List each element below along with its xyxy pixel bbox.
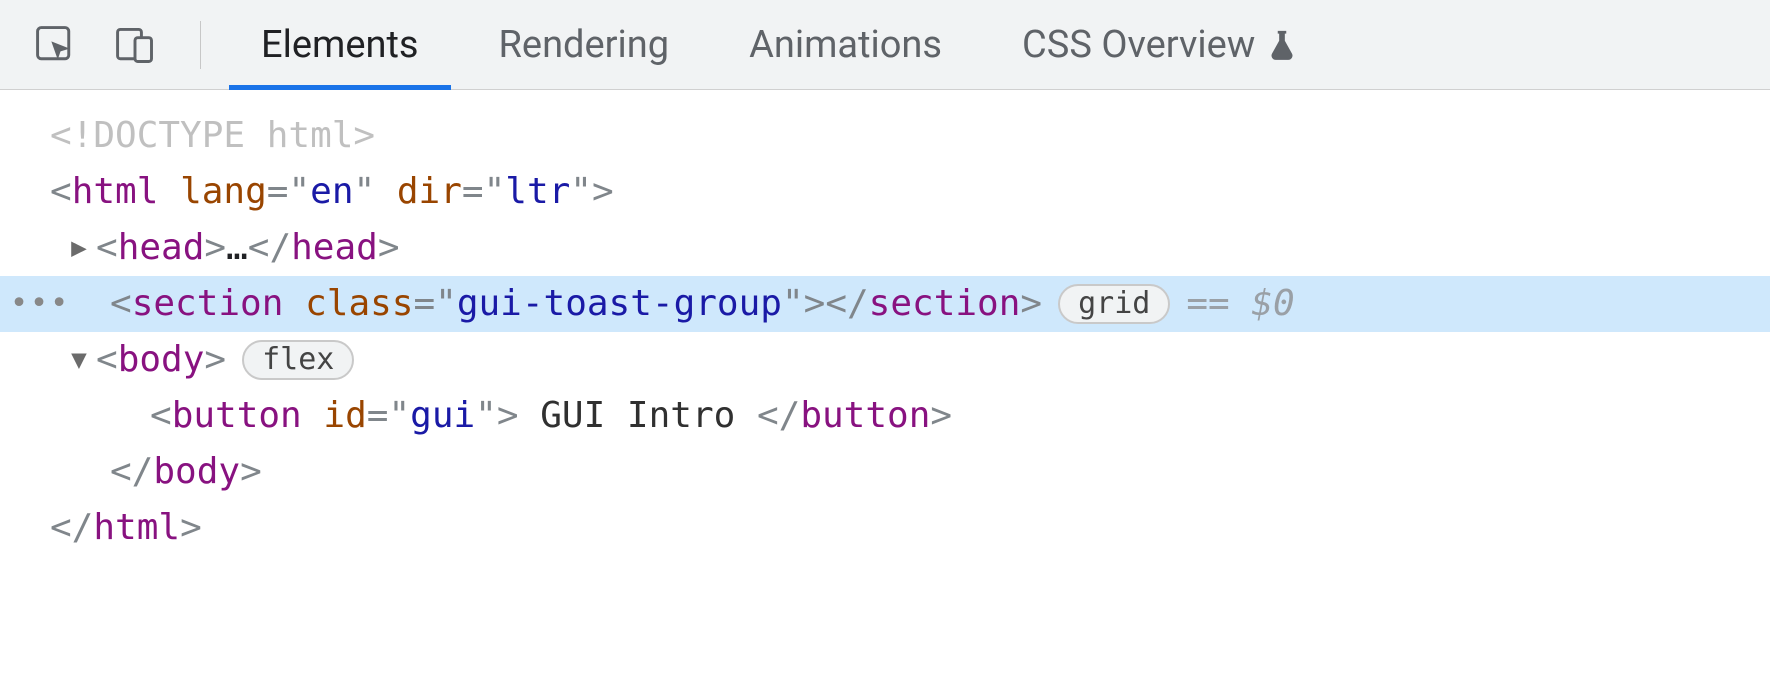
dom-node-html-open[interactable]: <html lang="en" dir="ltr"> <box>0 164 1770 220</box>
dom-node-section-selected[interactable]: ••• <section class="gui-toast-group"></s… <box>0 276 1770 332</box>
layout-badge-grid[interactable]: grid <box>1058 284 1170 324</box>
tab-rendering[interactable]: Rendering <box>459 0 710 89</box>
dom-node-html-close[interactable]: </html> <box>0 500 1770 556</box>
dom-tree[interactable]: <!DOCTYPE html> <html lang="en" dir="ltr… <box>0 90 1770 556</box>
more-actions-icon[interactable]: ••• <box>10 276 70 332</box>
dom-node-head[interactable]: ▶<head>…</head> <box>0 220 1770 276</box>
toolbar-separator <box>200 21 201 69</box>
tab-label: Animations <box>749 23 942 67</box>
tab-label: Rendering <box>499 23 670 67</box>
dom-node-doctype[interactable]: <!DOCTYPE html> <box>0 108 1770 164</box>
tab-strip: Elements Rendering Animations CSS Overvi… <box>221 0 1339 89</box>
doctype-text: <!DOCTYPE html> <box>50 108 375 164</box>
inspect-icon[interactable] <box>30 20 80 70</box>
tab-animations[interactable]: Animations <box>709 0 982 89</box>
layout-badge-flex[interactable]: flex <box>242 340 354 380</box>
dom-node-body[interactable]: ▼<body> flex <box>0 332 1770 388</box>
collapse-arrow-icon[interactable]: ▼ <box>66 332 92 388</box>
beaker-icon <box>1265 28 1299 62</box>
tab-css-overview[interactable]: CSS Overview <box>982 0 1339 89</box>
dom-node-button[interactable]: <button id="gui"> GUI Intro </button> <box>0 388 1770 444</box>
selected-node-reference: == $0 <box>1186 276 1294 332</box>
expand-arrow-icon[interactable]: ▶ <box>66 220 92 276</box>
dom-node-body-close[interactable]: </body> <box>0 444 1770 500</box>
device-toggle-icon[interactable] <box>110 20 160 70</box>
tab-elements[interactable]: Elements <box>221 0 459 89</box>
devtools-toolbar: Elements Rendering Animations CSS Overvi… <box>0 0 1770 90</box>
tab-label: CSS Overview <box>1022 23 1255 67</box>
tab-label: Elements <box>261 23 419 67</box>
